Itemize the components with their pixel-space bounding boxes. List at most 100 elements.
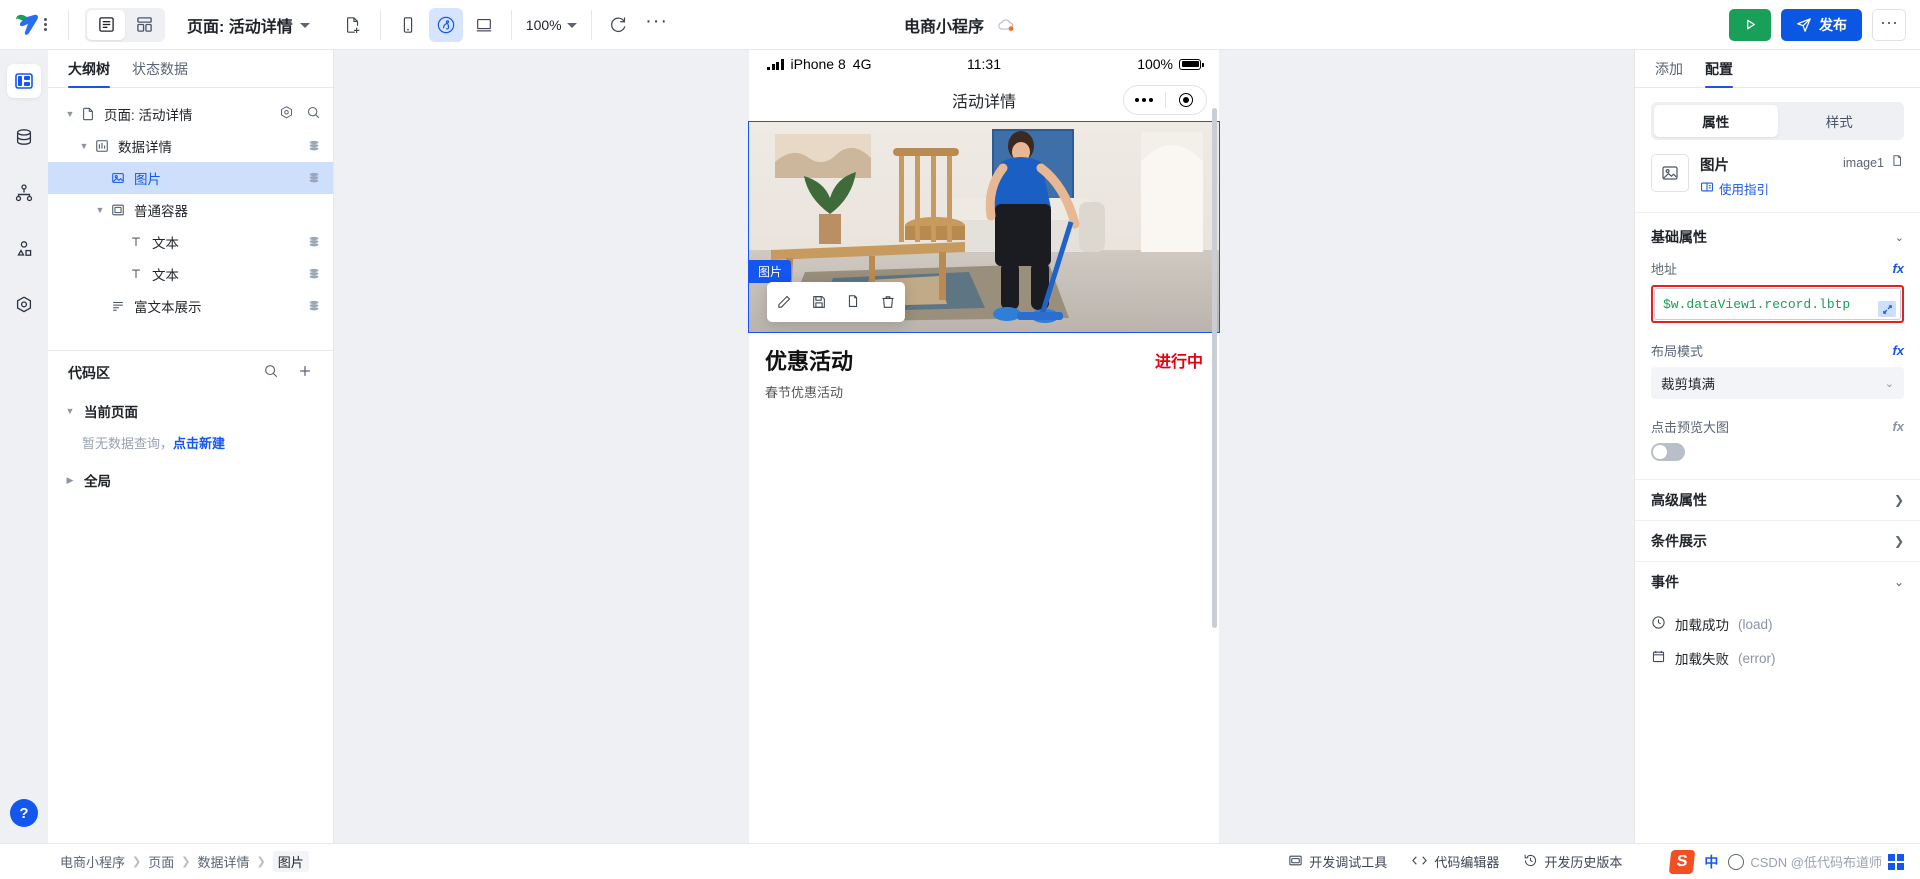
- data-binding-icon[interactable]: [307, 267, 321, 281]
- help-button[interactable]: ?: [10, 799, 38, 827]
- tree-node-label: 文本: [152, 236, 179, 251]
- code-area-add-icon[interactable]: [297, 363, 313, 384]
- history-button[interactable]: 开发历史版本: [1523, 852, 1622, 871]
- usage-guide-link[interactable]: 使用指引: [1700, 179, 1769, 198]
- accordion-advanced[interactable]: 高级属性 ❯: [1635, 479, 1920, 520]
- data-binding-icon[interactable]: [307, 235, 321, 249]
- caret-down-icon[interactable]: ▼: [76, 141, 92, 151]
- desktop-device-button[interactable]: [467, 8, 501, 42]
- outline-view-button[interactable]: [87, 9, 125, 40]
- caret-right-icon[interactable]: ▶: [62, 475, 78, 486]
- code-area-search-icon[interactable]: [263, 363, 279, 384]
- grid-view-button[interactable]: [125, 10, 163, 40]
- sogou-ime-icon[interactable]: S: [1669, 849, 1696, 874]
- mobile-device-button[interactable]: [391, 8, 425, 42]
- sidebar-item-components[interactable]: [7, 232, 41, 266]
- richtext-icon: [108, 299, 128, 313]
- basic-properties-header[interactable]: 基础属性 ⌄: [1635, 213, 1920, 253]
- activity-title-row: 优惠活动 进行中: [749, 332, 1219, 378]
- refresh-button[interactable]: [602, 8, 636, 42]
- breadcrumb-item-pages[interactable]: 页面: [148, 852, 174, 871]
- fx-button[interactable]: fx: [1892, 419, 1904, 434]
- battery-percent: 100%: [1137, 56, 1173, 72]
- tab-state-data[interactable]: 状态数据: [132, 59, 188, 87]
- topbar-overflow-button[interactable]: ···: [1872, 8, 1906, 41]
- expand-icon[interactable]: [1878, 301, 1896, 317]
- devtools-button[interactable]: 开发调试工具: [1288, 852, 1387, 871]
- code-group-global[interactable]: ▶ 全局: [48, 464, 333, 496]
- app-logo[interactable]: [14, 13, 40, 37]
- toolbar-more-button[interactable]: ···: [640, 8, 674, 42]
- chevron-down-icon[interactable]: ⌄: [1895, 231, 1904, 244]
- tab-config[interactable]: 配置: [1705, 59, 1733, 88]
- status-right: 100%: [1137, 56, 1204, 72]
- layout-mode-select[interactable]: 裁剪填满 ⌄: [1651, 367, 1904, 399]
- data-binding-icon[interactable]: [307, 299, 321, 313]
- accordion-events[interactable]: 事件 ⌄: [1635, 561, 1920, 602]
- sidebar-item-settings[interactable]: [7, 288, 41, 322]
- address-input[interactable]: $w.dataView1.record.lbtp: [1654, 288, 1901, 320]
- preview-toggle[interactable]: [1651, 443, 1685, 461]
- capsule-close-icon[interactable]: [1166, 93, 1207, 107]
- tree-node-container[interactable]: ▼ 普通容器: [48, 194, 333, 226]
- tree-settings-icon[interactable]: [279, 105, 294, 123]
- code-area-create-link[interactable]: 点击新建: [173, 436, 225, 451]
- run-button[interactable]: [1729, 8, 1771, 41]
- page-selector-label: 页面: 活动详情: [187, 18, 293, 36]
- publish-button[interactable]: 发布: [1781, 8, 1862, 41]
- field-label-row: 地址 fx: [1651, 259, 1904, 278]
- event-load[interactable]: 加载成功 (load): [1635, 610, 1920, 638]
- tab-add[interactable]: 添加: [1655, 59, 1683, 87]
- edit-icon[interactable]: [772, 290, 796, 314]
- new-page-button[interactable]: [336, 8, 370, 42]
- tree-node-text-2[interactable]: ▼ 文本: [48, 258, 333, 290]
- data-binding-icon[interactable]: [307, 139, 321, 153]
- tree-node-dataview[interactable]: ▼ 数据详情: [48, 130, 333, 162]
- tab-styles[interactable]: 样式: [1778, 105, 1902, 137]
- tree-search-icon[interactable]: [306, 105, 321, 123]
- status-left: iPhone 8 4G: [767, 56, 871, 72]
- accordion-conditional[interactable]: 条件展示 ❯: [1635, 520, 1920, 561]
- chevron-right-icon: ❯: [1893, 493, 1904, 507]
- caret-down-icon[interactable]: ▼: [62, 109, 78, 119]
- tree-node-richtext[interactable]: ▼ 富文本展示: [48, 290, 333, 322]
- caret-down-icon[interactable]: ▼: [92, 205, 108, 215]
- event-error[interactable]: 加载失败 (error): [1635, 644, 1920, 672]
- capsule-more-icon[interactable]: [1124, 98, 1165, 102]
- wechat-capsule[interactable]: [1123, 85, 1207, 115]
- tab-outline-tree[interactable]: 大纲树: [68, 59, 110, 88]
- book-icon: [1700, 180, 1714, 197]
- copy-icon[interactable]: [1890, 154, 1904, 171]
- logo-menu-icon[interactable]: [43, 18, 47, 31]
- fx-button[interactable]: fx: [1892, 343, 1904, 358]
- code-group-current-page[interactable]: ▼ 当前页面: [48, 395, 333, 427]
- caret-down-icon[interactable]: ▼: [62, 406, 78, 416]
- tree-node-text-1[interactable]: ▼ 文本: [48, 226, 333, 258]
- tab-properties[interactable]: 属性: [1654, 105, 1778, 137]
- field-layout-mode: 布局模式 fx 裁剪填满 ⌄: [1635, 323, 1920, 399]
- field-preview-toggle: 点击预览大图 fx: [1635, 399, 1920, 479]
- canvas-scrollbar[interactable]: [1212, 108, 1217, 628]
- save-icon[interactable]: [807, 290, 831, 314]
- breadcrumb-item-dataview[interactable]: 数据详情: [197, 852, 249, 871]
- tree-node-page[interactable]: ▼ 页面: 活动详情: [48, 98, 333, 130]
- phone-preview: iPhone 8 4G 11:31 100% 活动详情 图片 优惠活动 进行中 …: [748, 50, 1220, 843]
- sidebar-item-flow[interactable]: [7, 176, 41, 210]
- delete-icon[interactable]: [876, 290, 900, 314]
- view-mode-group: [85, 7, 165, 42]
- fx-button[interactable]: fx: [1892, 261, 1904, 276]
- miniprogram-device-button[interactable]: [428, 7, 463, 42]
- sidebar-item-data[interactable]: [7, 120, 41, 154]
- code-editor-button[interactable]: 代码编辑器: [1411, 852, 1499, 871]
- zoom-level-selector[interactable]: 100%: [526, 17, 577, 33]
- canvas-area[interactable]: iPhone 8 4G 11:31 100% 活动详情 图片 优惠活动 进行中 …: [334, 50, 1634, 843]
- breadcrumb-item-current[interactable]: 图片: [272, 851, 309, 872]
- tree-node-image[interactable]: ▼ 图片: [48, 162, 333, 194]
- breadcrumb-item-project[interactable]: 电商小程序: [60, 852, 125, 871]
- data-binding-icon[interactable]: [307, 171, 321, 185]
- right-panel-tabs: 添加 配置: [1635, 50, 1920, 88]
- page-selector[interactable]: 页面: 活动详情: [187, 13, 310, 37]
- sidebar-item-pages[interactable]: [7, 64, 41, 98]
- copy-icon[interactable]: [841, 290, 865, 314]
- ime-mode-label[interactable]: 中: [1704, 852, 1718, 872]
